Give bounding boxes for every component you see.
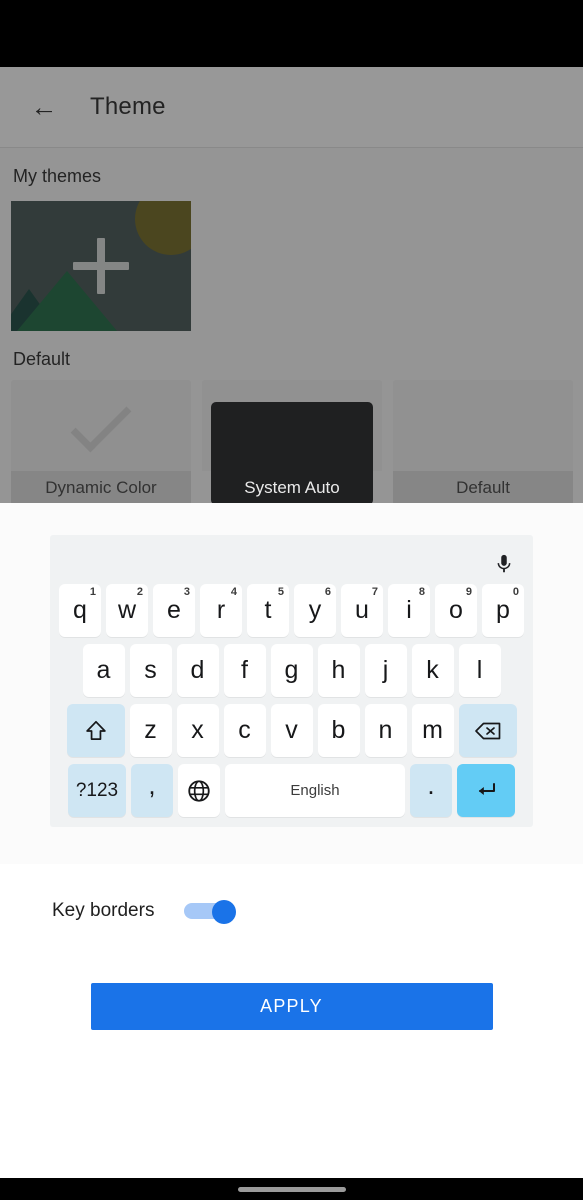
key-b[interactable]: b xyxy=(317,704,360,757)
key-label: q xyxy=(73,596,87,624)
key-hint: 9 xyxy=(465,586,472,598)
globe-icon xyxy=(188,779,210,802)
key-c[interactable]: c xyxy=(223,704,266,757)
keyboard-row-1: 1q 2w 3e 4r 5t 6y 7u 8i 9o 0p xyxy=(56,584,527,637)
key-p[interactable]: 0p xyxy=(482,584,524,637)
key-hint: 3 xyxy=(183,586,190,598)
key-label: i xyxy=(406,596,412,624)
key-s[interactable]: s xyxy=(129,644,172,697)
key-borders-toggle[interactable] xyxy=(184,900,237,924)
key-label: r xyxy=(216,596,226,624)
space-key[interactable]: English xyxy=(225,764,405,817)
key-hint: 8 xyxy=(418,586,425,598)
key-x[interactable]: x xyxy=(176,704,219,757)
key-v[interactable]: v xyxy=(270,704,313,757)
key-e[interactable]: 3e xyxy=(153,584,195,637)
key-hint: 6 xyxy=(324,586,331,598)
apply-button[interactable]: APPLY xyxy=(90,983,493,1030)
key-label: w xyxy=(117,596,137,624)
key-k[interactable]: k xyxy=(411,644,454,697)
key-borders-setting: Key borders xyxy=(0,864,583,924)
home-indicator[interactable] xyxy=(237,1186,346,1192)
shift-icon xyxy=(85,720,106,740)
key-borders-label: Key borders xyxy=(52,900,155,921)
enter-icon xyxy=(478,782,495,795)
key-r[interactable]: 4r xyxy=(200,584,242,637)
keyboard-preview-area: 1q 2w 3e 4r 5t 6y 7u 8i 9o 0p a s d f g xyxy=(0,503,583,864)
key-m[interactable]: m xyxy=(411,704,454,757)
period-key[interactable]: . xyxy=(410,764,452,817)
key-label: t xyxy=(264,596,272,624)
key-label: p xyxy=(496,596,510,624)
key-z[interactable]: z xyxy=(129,704,172,757)
key-hint: 2 xyxy=(136,586,143,598)
key-j[interactable]: j xyxy=(364,644,407,697)
language-key[interactable] xyxy=(178,764,220,817)
enter-key[interactable] xyxy=(457,764,515,817)
modal-scrim[interactable] xyxy=(0,67,583,505)
key-label: u xyxy=(355,596,369,624)
theme-card-label: System Auto xyxy=(244,478,340,497)
key-label: y xyxy=(308,596,322,624)
key-label: o xyxy=(449,596,463,624)
system-navigation-bar xyxy=(0,1178,583,1200)
key-d[interactable]: d xyxy=(176,644,219,697)
phone-screen: ← Theme My themes Default Dynamic Color … xyxy=(0,0,583,1200)
theme-preview-sheet: 1q 2w 3e 4r 5t 6y 7u 8i 9o 0p a s d f g xyxy=(0,503,583,1178)
backspace-icon xyxy=(474,722,500,739)
keyboard-suggestion-strip xyxy=(56,543,527,584)
key-hint: 7 xyxy=(371,586,378,598)
key-i[interactable]: 8i xyxy=(388,584,430,637)
key-label: e xyxy=(167,596,181,624)
status-bar xyxy=(0,0,583,67)
key-o[interactable]: 9o xyxy=(435,584,477,637)
key-l[interactable]: l xyxy=(458,644,501,697)
key-f[interactable]: f xyxy=(223,644,266,697)
backspace-key[interactable] xyxy=(458,704,517,757)
key-hint: 0 xyxy=(512,586,519,598)
keyboard-row-4: ?123 , English . xyxy=(56,764,527,817)
comma-key[interactable]: , xyxy=(131,764,173,817)
key-u[interactable]: 7u xyxy=(341,584,383,637)
key-a[interactable]: a xyxy=(82,644,125,697)
key-g[interactable]: g xyxy=(270,644,313,697)
key-t[interactable]: 5t xyxy=(247,584,289,637)
key-n[interactable]: n xyxy=(364,704,407,757)
key-hint: 5 xyxy=(277,586,284,598)
microphone-icon[interactable] xyxy=(493,549,515,579)
shift-key[interactable] xyxy=(66,704,125,757)
key-h[interactable]: h xyxy=(317,644,360,697)
key-y[interactable]: 6y xyxy=(294,584,336,637)
key-hint: 4 xyxy=(230,586,237,598)
keyboard-row-2: a s d f g h j k l xyxy=(56,644,527,697)
key-w[interactable]: 2w xyxy=(106,584,148,637)
key-q[interactable]: 1q xyxy=(59,584,101,637)
apply-button-row: APPLY xyxy=(0,922,583,1030)
toggle-knob xyxy=(212,900,237,924)
key-hint: 1 xyxy=(89,586,96,598)
keyboard-row-3: z x c v b n m xyxy=(56,704,527,757)
keyboard-preview: 1q 2w 3e 4r 5t 6y 7u 8i 9o 0p a s d f g xyxy=(50,535,533,827)
symbols-key[interactable]: ?123 xyxy=(68,764,126,817)
